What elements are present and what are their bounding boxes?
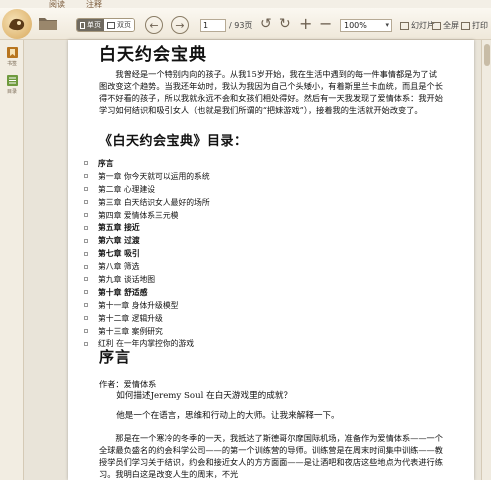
page-total: / 93页 [229, 21, 253, 30]
list-item[interactable]: 第十一章 身体升级模型 [84, 299, 210, 312]
chevron-down-icon: ▾ [385, 21, 389, 29]
toc-item-label: 第十一章 身体升级模型 [98, 300, 179, 310]
bullet-icon [84, 316, 88, 321]
double-page-label: 双页 [117, 21, 131, 29]
toc-item-label: 第九章 谈话地图 [98, 274, 156, 284]
bullet-icon [84, 225, 88, 230]
scrollbar-thumb[interactable] [484, 44, 490, 66]
toc-item-label: 第七章 吸引 [98, 249, 140, 259]
bullet-icon [84, 200, 88, 205]
bullet-icon [84, 303, 88, 308]
toc-item-label: 第十章 舒适感 [98, 287, 148, 297]
single-page-icon [80, 21, 85, 29]
sidebar-item-label: 书签 [6, 61, 17, 67]
single-page-label: 单页 [87, 21, 101, 29]
list-item[interactable]: 第三章 白天结识女人最好的场所 [84, 196, 210, 209]
toc-item-label: 第一章 你今天就可以运用的系统 [98, 171, 210, 181]
list-item[interactable]: 第八章 筛选 [84, 260, 210, 273]
prev-page-button[interactable]: ← [145, 16, 163, 34]
next-page-button[interactable]: → [171, 16, 189, 34]
bullet-icon [84, 174, 88, 179]
print-button[interactable]: 打印 [461, 20, 488, 31]
toc-item-label: 第四章 爱情体系三元模 [98, 210, 179, 220]
vertical-scrollbar[interactable] [481, 40, 491, 480]
list-item[interactable]: 第二章 心理建设 [84, 183, 210, 196]
bullet-icon [84, 277, 88, 282]
bullet-icon [84, 341, 88, 346]
app-logo-icon[interactable] [2, 9, 32, 39]
toc-item-label: 第五章 接近 [98, 223, 140, 233]
bullet-icon [84, 187, 88, 192]
bookmark-icon [6, 47, 18, 58]
bullet-icon [84, 161, 88, 166]
list-item[interactable]: 第九章 谈话地图 [84, 273, 210, 286]
toc-icon [6, 75, 18, 86]
fullscreen-button[interactable]: 全屏 [432, 20, 459, 31]
toc-item-label: 第八章 筛选 [98, 262, 140, 272]
slideshow-button[interactable]: 幻灯片 [400, 20, 435, 31]
toc-item-label: 第十三章 案例研究 [98, 326, 163, 336]
toc-heading: 《白天约会宝典》目录： [99, 134, 248, 149]
fullscreen-icon [432, 21, 441, 30]
list-item[interactable]: 第五章 接近 [84, 221, 210, 234]
document-page: 白天约会宝典 我曾经是一个特别内向的孩子。从我15岁开始，我在生活中遇到的每一件… [68, 40, 474, 480]
arrow-right-icon: → [175, 18, 185, 32]
zoom-out-icon[interactable]: − [319, 16, 332, 32]
toolbar: 单页 双页 ← → / 93页 ↺ ↻ + − 100% ▾ 幻灯片 全屏 [0, 8, 491, 40]
print-label: 打印 [472, 21, 488, 30]
double-page-button[interactable]: 双页 [104, 19, 134, 31]
toc-item-label: 第六章 过渡 [98, 236, 140, 246]
mode-tabs: 阅读 注释 [0, 0, 491, 9]
bullet-icon [84, 251, 88, 256]
page-number-input[interactable] [200, 19, 226, 32]
intro-paragraph: 我曾经是一个特别内向的孩子。从我15岁开始，我在生活中遇到的每一件事情都是为了试… [99, 69, 443, 115]
list-item[interactable]: 第六章 过渡 [84, 234, 210, 247]
document-title: 白天约会宝典 [99, 45, 207, 65]
toc-item-label: 序言 [98, 158, 114, 168]
double-page-icon [107, 21, 115, 29]
bullet-icon [84, 213, 88, 217]
list-item[interactable]: 第四章 爱情体系三元模 [84, 209, 210, 222]
paragraph: 他是一个在语言，思维和行动上的大师。让我来解释一下。 [116, 411, 340, 421]
open-folder-icon[interactable] [38, 16, 58, 31]
single-page-button[interactable]: 单页 [77, 19, 104, 31]
rotate-left-icon[interactable]: ↺ [260, 17, 272, 31]
rotate-right-icon[interactable]: ↻ [279, 17, 291, 31]
list-item[interactable]: 第一章 你今天就可以运用的系统 [84, 170, 210, 183]
list-item[interactable]: 第七章 吸引 [84, 247, 210, 260]
sidebar-item-label: 目录 [6, 89, 17, 95]
slideshow-icon [400, 21, 409, 30]
arrow-left-icon: ← [149, 18, 159, 32]
list-item[interactable]: 第十三章 案例研究 [84, 325, 210, 338]
bullet-icon [84, 329, 88, 334]
sidebar-item-bookmarks[interactable]: 书签 [2, 46, 22, 67]
sidebar: 书签 目录 [0, 40, 24, 480]
author-line: 作者：爱情体系 [99, 379, 157, 389]
zoom-value: 100% [344, 21, 367, 30]
zoom-select[interactable]: 100% ▾ [340, 19, 392, 32]
bullet-icon [84, 290, 88, 295]
document-viewport[interactable]: 白天约会宝典 我曾经是一个特别内向的孩子。从我15岁开始，我在生活中遇到的每一件… [25, 40, 491, 480]
print-icon [461, 21, 470, 30]
preface-title: 序言 [99, 348, 132, 366]
paragraph: 那是在一个寒冷的冬季的一天，我抵达了斯德哥尔摩国际机场，准备作为爱情体系——一个… [99, 433, 443, 479]
toc-list: 序言 第一章 你今天就可以运用的系统 第二章 心理建设 第三章 白天结识女人最好… [84, 157, 210, 350]
zoom-in-icon[interactable]: + [299, 16, 312, 32]
fullscreen-label: 全屏 [443, 21, 459, 30]
toc-item-label: 第二章 心理建设 [98, 184, 156, 194]
bullet-icon [84, 264, 88, 269]
sidebar-item-toc[interactable]: 目录 [2, 74, 22, 95]
list-item[interactable]: 第十章 舒适感 [84, 286, 210, 299]
toc-item-label: 第十二章 逻辑升级 [98, 313, 163, 323]
list-item[interactable]: 第十二章 逻辑升级 [84, 312, 210, 325]
paragraph: 如何描述Jeremy Soul 在白天游戏里的成就？ [116, 391, 293, 401]
view-mode-toggle: 单页 双页 [76, 18, 135, 32]
list-item[interactable]: 序言 [84, 157, 210, 170]
toc-item-label: 第三章 白天结识女人最好的场所 [98, 197, 210, 207]
bullet-icon [84, 238, 88, 243]
